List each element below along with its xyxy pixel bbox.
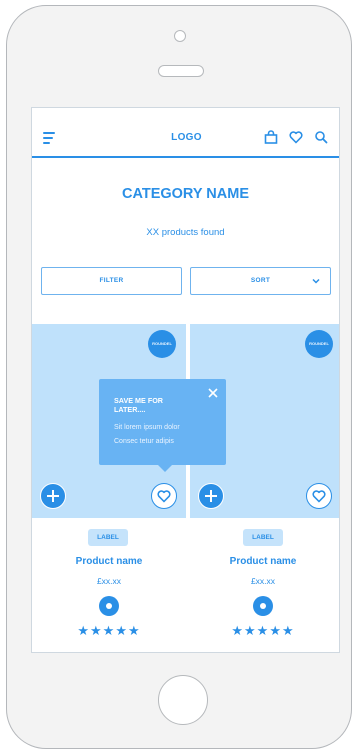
color-swatch[interactable] — [253, 596, 273, 616]
heart-icon — [157, 490, 171, 503]
product-name[interactable]: Product name — [49, 556, 169, 567]
tooltip-text: Sit lorem ipsum dolor — [114, 424, 180, 431]
filter-button-label: FILTER — [99, 277, 124, 284]
tooltip-title: SAVE ME FOR LATER.... — [114, 396, 163, 414]
search-icon[interactable] — [314, 130, 328, 144]
app-screen: LOGO CATEGORY NAME XX products found FIL… — [31, 107, 340, 653]
save-for-later-tooltip: SAVE ME FOR LATER.... Sit lorem ipsum do… — [99, 379, 226, 465]
heart-icon — [312, 490, 326, 503]
close-icon[interactable] — [208, 388, 218, 398]
wishlist-button[interactable] — [306, 483, 332, 509]
camera-icon — [174, 30, 186, 42]
home-button[interactable] — [158, 675, 208, 725]
tooltip-pointer — [157, 464, 173, 472]
plus-icon — [205, 490, 217, 502]
chevron-down-icon — [312, 278, 320, 284]
roundel-badge: ROUNDEL — [305, 330, 333, 358]
star-rating: ★★★★★ — [231, 623, 295, 638]
plus-icon — [47, 490, 59, 502]
heart-icon[interactable] — [289, 130, 303, 144]
product-count: XX products found — [146, 227, 225, 238]
star-rating: ★★★★★ — [77, 623, 141, 638]
category-title: CATEGORY NAME — [121, 186, 250, 202]
color-swatch[interactable] — [99, 596, 119, 616]
roundel-badge: ROUNDEL — [148, 330, 176, 358]
sort-dropdown-label: SORT — [250, 277, 271, 284]
tooltip-text: Consec tetur adipis — [114, 438, 174, 445]
bag-icon[interactable] — [264, 130, 278, 144]
filter-button[interactable]: FILTER — [41, 267, 182, 295]
product-price: £xx.xx — [250, 576, 276, 586]
product-price: £xx.xx — [96, 576, 122, 586]
product-label: LABEL — [243, 529, 283, 546]
sort-dropdown[interactable]: SORT — [190, 267, 331, 295]
product-name[interactable]: Product name — [203, 556, 323, 567]
add-to-bag-button[interactable] — [40, 483, 66, 509]
add-to-bag-button[interactable] — [198, 483, 224, 509]
speaker-grille — [158, 65, 204, 77]
wishlist-button[interactable] — [151, 483, 177, 509]
product-label: LABEL — [88, 529, 128, 546]
top-bar: LOGO — [32, 108, 339, 158]
